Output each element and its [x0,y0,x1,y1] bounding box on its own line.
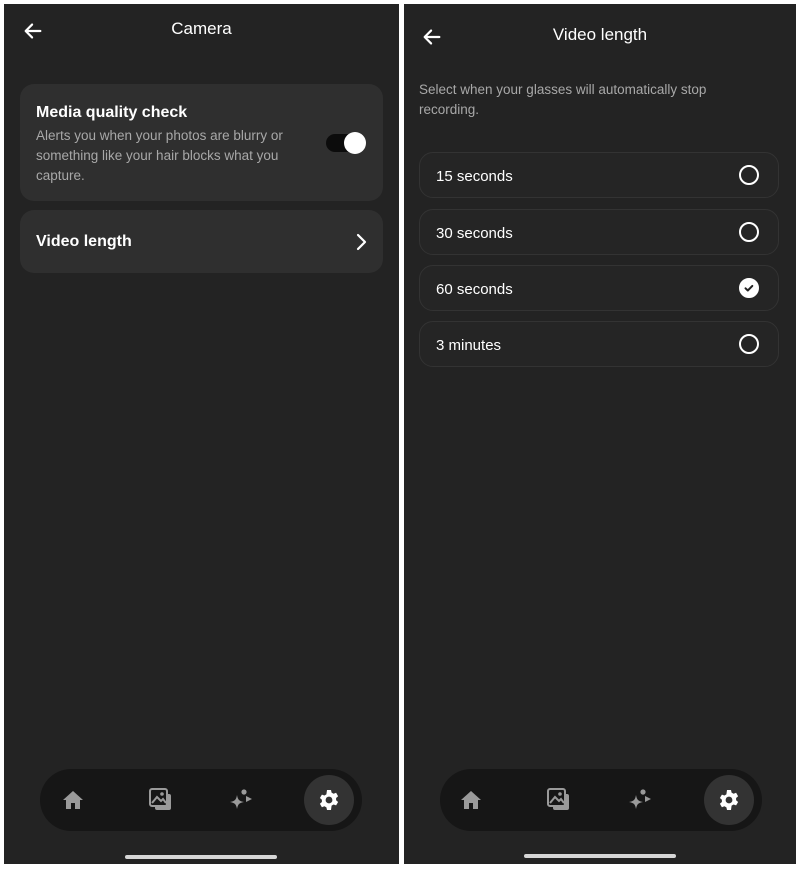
camera-screen: Camera Media quality check Alerts you wh… [4,4,399,864]
option-60-seconds[interactable]: 60 seconds [419,265,779,311]
home-icon [461,791,481,809]
bottom-nav [440,769,762,831]
sparkle-icon [230,789,252,809]
media-quality-card: Media quality check Alerts you when your… [20,84,383,201]
nav-ai-button[interactable] [216,775,266,825]
nav-settings-button[interactable] [704,775,754,825]
radio-checked-icon[interactable] [739,278,759,298]
option-label: 15 seconds [436,168,513,185]
radio-unchecked-icon[interactable] [739,222,759,242]
video-length-label: Video length [36,233,132,250]
nav-settings-button[interactable] [304,775,354,825]
gear-icon [719,790,739,810]
video-length-row[interactable]: Video length [20,210,383,273]
option-label: 30 seconds [436,225,513,242]
page-title: Video length [552,25,648,44]
option-label: 60 seconds [436,281,513,298]
gallery-icon [149,788,171,810]
radio-unchecked-icon[interactable] [739,334,759,354]
media-quality-title: Media quality check [36,104,188,121]
toggle-knob [344,132,366,154]
bottom-nav [40,769,362,831]
home-icon [63,791,83,809]
option-15-seconds[interactable]: 15 seconds [419,152,779,198]
page-title: Camera [171,19,232,38]
nav-gallery-button[interactable] [534,775,584,825]
option-3-minutes[interactable]: 3 minutes [419,321,779,367]
media-quality-description: Alerts you when your photos are blurry o… [36,128,283,183]
home-indicator [524,854,676,858]
gallery-icon [547,788,569,810]
gear-icon [319,790,339,810]
nav-ai-button[interactable] [615,775,665,825]
checkmark-icon [744,284,754,292]
video-length-screen: Video length Select when your glasses wi… [404,4,796,864]
radio-unchecked-icon[interactable] [739,165,759,185]
option-label: 3 minutes [436,337,502,354]
nav-home-button[interactable] [48,775,98,825]
media-quality-toggle[interactable] [326,132,366,154]
chevron-right-icon [356,233,367,251]
sparkle-icon [629,789,651,809]
nav-gallery-button[interactable] [136,775,186,825]
nav-home-button[interactable] [446,775,496,825]
option-30-seconds[interactable]: 30 seconds [419,209,779,255]
description-text: Select when your glasses will automatica… [419,82,707,117]
home-indicator [125,855,277,859]
